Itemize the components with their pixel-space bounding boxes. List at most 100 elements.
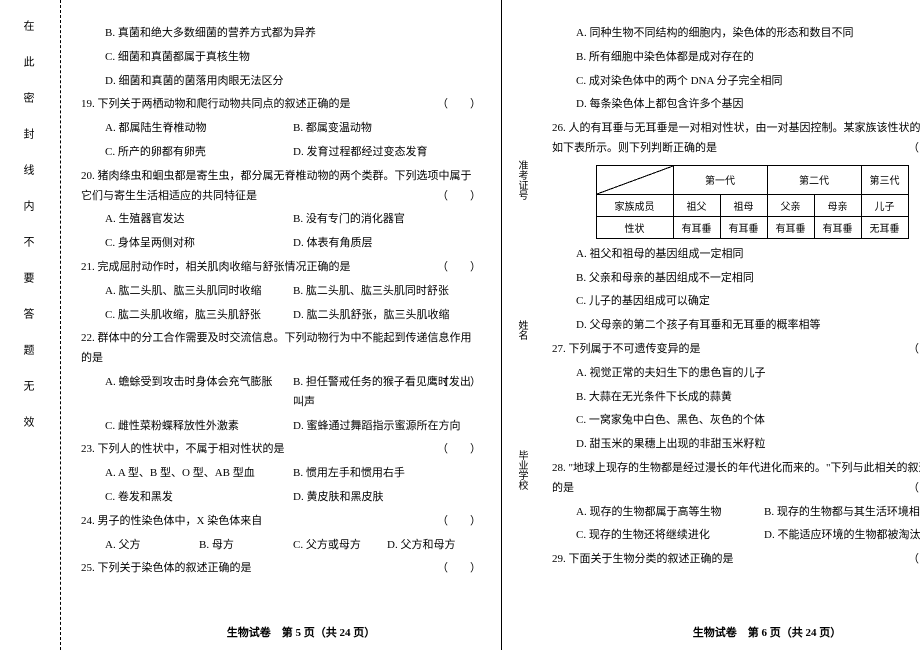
q24-option-c: C. 父方或母方 bbox=[293, 536, 387, 556]
q24-row: A. 父方 B. 母方 C. 父方或母方 D. 父方和母方 bbox=[81, 536, 481, 556]
q24-text: 24. 男子的性染色体中，X 染色体来自 bbox=[81, 515, 262, 527]
answer-bracket: （ ） bbox=[437, 512, 481, 532]
answer-bracket: （ ） bbox=[437, 258, 481, 278]
answer-bracket: （ ） bbox=[437, 187, 481, 207]
q24-option-d: D. 父方和母方 bbox=[387, 536, 481, 556]
cell-m5: 儿子 bbox=[861, 194, 908, 216]
q27-stem: 27. 下列属于不可遗传变异的是 （ ） bbox=[552, 340, 920, 360]
cell-m2: 祖母 bbox=[720, 194, 767, 216]
q21-option-d: D. 肱二头肌舒张，肱三头肌收缩 bbox=[293, 306, 481, 326]
q26-option-c: C. 儿子的基因组成可以确定 bbox=[552, 292, 920, 312]
q25-option-a: A. 同种生物不同结构的细胞内，染色体的形态和数目不同 bbox=[552, 24, 920, 44]
answer-bracket: （ ） bbox=[908, 340, 920, 360]
cell-t3: 有耳垂 bbox=[767, 216, 814, 238]
answer-bracket: （ ） bbox=[908, 139, 920, 159]
q18-option-b: B. 真菌和绝大多数细菌的营养方式都为异养 bbox=[81, 24, 481, 44]
q23-option-a: A. A 型、B 型、O 型、AB 型血 bbox=[105, 464, 293, 484]
q28-text: 28. "地球上现存的生物都是经过漫长的年代进化而来的。"下列与此相关的叙述错误… bbox=[552, 462, 920, 494]
q28-option-d: D. 不能适应环境的生物都被淘汰了 bbox=[764, 526, 920, 546]
row-label-trait: 性状 bbox=[596, 216, 673, 238]
cell-m1: 祖父 bbox=[673, 194, 720, 216]
q19-stem: 19. 下列关于两栖动物和爬行动物共同点的叙述正确的是 （ ） bbox=[81, 95, 481, 115]
q19-row2: C. 所产的卵都有卵壳 D. 发育过程都经过变态发育 bbox=[81, 143, 481, 163]
q27-option-c: C. 一窝家兔中白色、黑色、灰色的个体 bbox=[552, 411, 920, 431]
right-footer: 生物试卷 第 6 页（共 24 页） bbox=[552, 624, 920, 640]
q23-stem: 23. 下列人的性状中，不属于相对性状的是 （ ） bbox=[81, 440, 481, 460]
q28-row1: A. 现存的生物都属于高等生物 B. 现存的生物都与其生活环境相适应 bbox=[552, 503, 920, 523]
q21-option-c: C. 肱二头肌收缩，肱三头肌舒张 bbox=[105, 306, 293, 326]
th-gen3: 第三代 bbox=[861, 165, 908, 194]
q19-option-a: A. 都属陆生脊椎动物 bbox=[105, 119, 293, 139]
left-page: B. 真菌和绝大多数细菌的营养方式都为异养 C. 细菌和真菌都属于真核生物 D.… bbox=[61, 0, 501, 650]
q25-text: 25. 下列关于染色体的叙述正确的是 bbox=[81, 562, 252, 574]
q26-stem: 26. 人的有耳垂与无耳垂是一对相对性状，由一对基因控制。某家族该性状的表现如下… bbox=[552, 119, 920, 159]
q23-row1: A. A 型、B 型、O 型、AB 型血 B. 惯用左手和惯用右手 bbox=[81, 464, 481, 484]
q25-option-b: B. 所有细胞中染色体都是成对存在的 bbox=[552, 48, 920, 68]
q23-row2: C. 卷发和黑发 D. 黄皮肤和黑皮肤 bbox=[81, 488, 481, 508]
q19-row1: A. 都属陆生脊椎动物 B. 都属变温动物 bbox=[81, 119, 481, 139]
q19-option-b: B. 都属变温动物 bbox=[293, 119, 481, 139]
q24-option-a: A. 父方 bbox=[105, 536, 199, 556]
q25-option-d: D. 每条染色体上都包含许多个基因 bbox=[552, 95, 920, 115]
q20-stem: 20. 猪肉绦虫和蛔虫都是寄生虫，都分属无脊椎动物的两个类群。下列选项中属于它们… bbox=[81, 167, 481, 207]
binding-margin: 在此密封线内不要答题无效 bbox=[0, 0, 61, 650]
q21-row2: C. 肱二头肌收缩，肱三头肌舒张 D. 肱二头肌舒张，肱三头肌收缩 bbox=[81, 306, 481, 326]
q23-option-b: B. 惯用左手和惯用右手 bbox=[293, 464, 481, 484]
answer-bracket: （ ） bbox=[437, 559, 481, 579]
right-page: A. 同种生物不同结构的细胞内，染色体的形态和数目不同 B. 所有细胞中染色体都… bbox=[542, 0, 920, 650]
cell-m4: 母亲 bbox=[814, 194, 861, 216]
q20-row2: C. 身体呈两侧对称 D. 体表有角质层 bbox=[81, 234, 481, 254]
q24-stem: 24. 男子的性染色体中，X 染色体来自 （ ） bbox=[81, 512, 481, 532]
table-row-trait: 性状 有耳垂 有耳垂 有耳垂 有耳垂 无耳垂 bbox=[596, 216, 908, 238]
q21-stem: 21. 完成屈肘动作时，相关肌肉收缩与舒张情况正确的是 （ ） bbox=[81, 258, 481, 278]
q21-option-a: A. 肱二头肌、肱三头肌同时收缩 bbox=[105, 282, 293, 302]
q19-option-d: D. 发育过程都经过变态发育 bbox=[293, 143, 481, 163]
q26-text: 26. 人的有耳垂与无耳垂是一对相对性状，由一对基因控制。某家族该性状的表现如下… bbox=[552, 122, 920, 154]
q20-option-b: B. 没有专门的消化器官 bbox=[293, 210, 481, 230]
q20-option-c: C. 身体呈两侧对称 bbox=[105, 234, 293, 254]
q27-option-b: B. 大蒜在无光条件下长成的蒜黄 bbox=[552, 388, 920, 408]
q25-option-c: C. 成对染色体中的两个 DNA 分子完全相同 bbox=[552, 72, 920, 92]
q24-option-b: B. 母方 bbox=[199, 536, 293, 556]
q22-option-a: A. 蟾蜍受到攻击时身体会充气膨胀 bbox=[105, 373, 293, 413]
q28-option-b: B. 现存的生物都与其生活环境相适应 bbox=[764, 503, 920, 523]
th-gen2: 第二代 bbox=[767, 165, 861, 194]
q22-row2: C. 雌性菜粉蝶释放性外激素 D. 蜜蜂通过舞蹈指示蜜源所在方向 bbox=[81, 417, 481, 437]
q29-text: 29. 下面关于生物分类的叙述正确的是 bbox=[552, 553, 734, 565]
answer-bracket: （ ） bbox=[437, 373, 481, 393]
answer-bracket: （ ） bbox=[437, 440, 481, 460]
cell-t4: 有耳垂 bbox=[814, 216, 861, 238]
q20-option-d: D. 体表有角质层 bbox=[293, 234, 481, 254]
q21-text: 21. 完成屈肘动作时，相关肌肉收缩与舒张情况正确的是 bbox=[81, 261, 351, 273]
cell-t5: 无耳垂 bbox=[861, 216, 908, 238]
answer-bracket: （ ） bbox=[437, 95, 481, 115]
q22-stem: 22. 群体中的分工合作需要及时交流信息。下列动物行为中不能起到传递信息作用的是 bbox=[81, 329, 481, 369]
q23-option-d: D. 黄皮肤和黑皮肤 bbox=[293, 488, 481, 508]
table-diag-cell bbox=[596, 165, 673, 194]
q19-text: 19. 下列关于两栖动物和爬行动物共同点的叙述正确的是 bbox=[81, 98, 351, 110]
q27-option-a: A. 视觉正常的夫妇生下的患色盲的儿子 bbox=[552, 364, 920, 384]
label-name: 姓名 bbox=[514, 320, 529, 340]
q19-option-c: C. 所产的卵都有卵壳 bbox=[105, 143, 293, 163]
q25-stem: 25. 下列关于染色体的叙述正确的是 （ ） bbox=[81, 559, 481, 579]
q28-stem: 28. "地球上现存的生物都是经过漫长的年代进化而来的。"下列与此相关的叙述错误… bbox=[552, 459, 920, 499]
q18-option-c: C. 细菌和真菌都属于真核生物 bbox=[81, 48, 481, 68]
middle-margin: 准考证号 姓名 毕业学校 bbox=[501, 0, 542, 650]
family-table: 第一代 第二代 第三代 家族成员 祖父 祖母 父亲 母亲 儿子 性状 有耳垂 有… bbox=[596, 165, 909, 239]
answer-bracket: （ ） bbox=[908, 550, 920, 570]
q18-option-d: D. 细菌和真菌的菌落用肉眼无法区分 bbox=[81, 72, 481, 92]
q23-text: 23. 下列人的性状中，不属于相对性状的是 bbox=[81, 443, 285, 455]
row-label-member: 家族成员 bbox=[596, 194, 673, 216]
q20-option-a: A. 生殖器官发达 bbox=[105, 210, 293, 230]
label-school: 毕业学校 bbox=[514, 450, 529, 490]
q26-option-a: A. 祖父和祖母的基因组成一定相同 bbox=[552, 245, 920, 265]
q22-option-d: D. 蜜蜂通过舞蹈指示蜜源所在方向 bbox=[293, 417, 481, 437]
q21-option-b: B. 肱二头肌、肱三头肌同时舒张 bbox=[293, 282, 481, 302]
q22-row1: A. 蟾蜍受到攻击时身体会充气膨胀 B. 担任警戒任务的猴子看见鹰时发出叫声 bbox=[81, 373, 481, 413]
q28-option-c: C. 现存的生物还将继续进化 bbox=[576, 526, 764, 546]
th-gen1: 第一代 bbox=[673, 165, 767, 194]
q27-option-d: D. 甜玉米的果穗上出现的非甜玉米籽粒 bbox=[552, 435, 920, 455]
page-container: 在此密封线内不要答题无效 B. 真菌和绝大多数细菌的营养方式都为异养 C. 细菌… bbox=[0, 0, 920, 650]
left-footer: 生物试卷 第 5 页（共 24 页） bbox=[81, 624, 521, 640]
q29-stem: 29. 下面关于生物分类的叙述正确的是 （ ） bbox=[552, 550, 920, 570]
